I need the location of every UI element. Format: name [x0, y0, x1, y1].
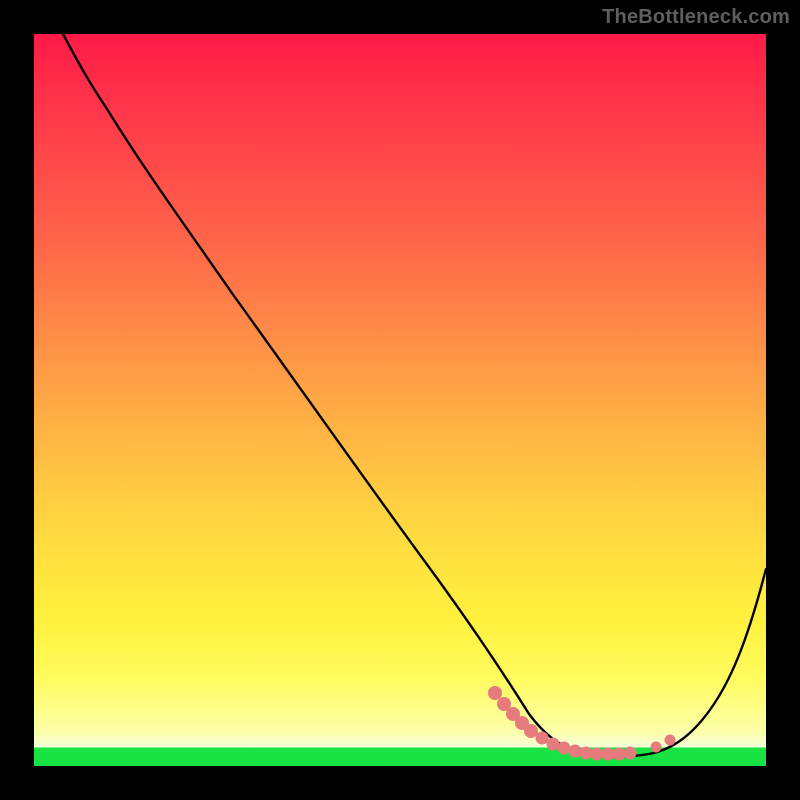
chart-frame: TheBottleneck.com	[0, 0, 800, 800]
watermark-text: TheBottleneck.com	[602, 6, 790, 29]
optimal-range-markers	[488, 686, 676, 761]
chart-svg	[34, 34, 766, 766]
bottleneck-curve	[63, 34, 766, 756]
chart-plot-area	[34, 34, 766, 766]
